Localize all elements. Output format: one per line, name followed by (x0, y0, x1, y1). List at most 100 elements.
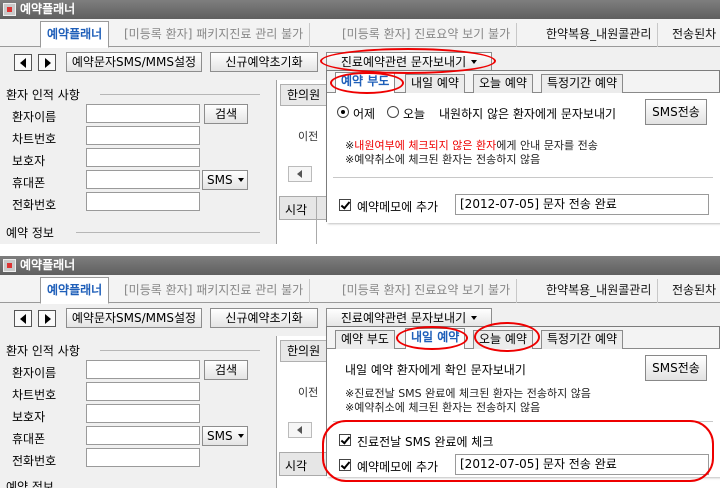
radio-yesterday[interactable] (337, 106, 349, 118)
group-divider (76, 232, 260, 233)
screenshot-panel-tomorrow: 예약플래너 예약플래너 [미등록 환자] 패키지진료 관리 불가 [미등록 환자… (0, 256, 720, 488)
new-reservation-reset-button[interactable]: 신규예약초기화 (210, 52, 318, 72)
prev-button[interactable] (14, 54, 32, 71)
popup-tab-period[interactable]: 특정기간 예약 (541, 74, 624, 94)
caret-down-icon (471, 316, 478, 320)
tab-reservation-planner[interactable]: 예약플래너 (40, 277, 110, 304)
tab-herbal-call[interactable]: 한약복용_내원콜관리 (540, 23, 659, 47)
note-cancelled: ※예약취소에 체크된 환자는 전송하지 않음 (345, 401, 541, 414)
prev-button[interactable] (14, 310, 32, 327)
popup-tabrow: 예약 부도 내일 예약 오늘 예약 특정기간 예약 (327, 71, 720, 94)
popup-body: 내일 예약 환자에게 확인 문자보내기 SMS전송 ※진료전날 SMS 완료에 … (327, 349, 720, 477)
next-button[interactable] (38, 54, 56, 71)
mobile-input[interactable] (86, 170, 200, 189)
arrow-right-icon (45, 314, 51, 324)
sms-settings-button[interactable]: 예약문자SMS/MMS설정 (66, 308, 202, 328)
memo-input[interactable]: [2012-07-05] 문자 전송 완료 (455, 454, 709, 475)
sms-popup: 예약 부도 내일 예약 오늘 예약 특정기간 예약 어제 오늘 내원하지 않은 … (326, 70, 720, 223)
note-cancelled: ※예약취소에 체크된 환자는 전송하지 않음 (345, 153, 541, 166)
sms-settings-button[interactable]: 예약문자SMS/MMS설정 (66, 52, 202, 72)
send-description: 내일 예약 환자에게 확인 문자보내기 (345, 363, 526, 377)
field-label-mobile: 휴대폰 (12, 176, 46, 190)
window-title: 예약플래너 (20, 2, 76, 16)
prev-label[interactable]: 이전 (298, 384, 318, 400)
patient-name-input[interactable] (86, 360, 200, 379)
sms-popup: 예약 부도 내일 예약 오늘 예약 특정기간 예약 내일 예약 환자에게 확인 … (326, 326, 720, 477)
grid-column-divider (316, 196, 317, 244)
search-button[interactable]: 검색 (204, 104, 248, 124)
field-label-name: 환자이름 (12, 110, 57, 124)
tab-sent[interactable]: 전송된차 (666, 279, 720, 303)
field-label-phone: 전화번호 (12, 198, 57, 212)
guardian-input[interactable] (86, 404, 200, 423)
window-titlebar: 예약플래너 (0, 0, 720, 19)
treatment-sms-dropdown[interactable]: 진료예약관련 문자보내기 (326, 52, 492, 72)
radio-today[interactable] (387, 106, 399, 118)
caret-down-icon (237, 178, 244, 182)
arrow-left-icon (20, 58, 26, 68)
sms-send-button[interactable]: SMS전송 (645, 355, 707, 381)
sms-done-checkbox-label: 진료전날 SMS 완료에 체크 (357, 435, 494, 449)
arrow-left-icon (20, 314, 26, 324)
patient-info-pane: 환자 인적 사항 환자이름 검색 차트번호 보호자 휴대폰 SMS 전화번호 예… (0, 76, 268, 244)
reservation-group-title: 예약 정보 (6, 480, 54, 488)
sms-dropdown[interactable]: SMS (202, 170, 248, 190)
screenshot-panel-no-show: 예약플래너 예약플래너 [미등록 환자] 패키지진료 관리 불가 [미등록 환자… (0, 0, 720, 244)
popup-tab-today[interactable]: 오늘 예약 (473, 330, 533, 350)
sms-done-checkbox[interactable] (339, 434, 351, 446)
field-label-mobile: 휴대폰 (12, 432, 46, 446)
popup-tab-no-show[interactable]: 예약 부도 (335, 330, 395, 350)
grid-prev-button[interactable] (288, 422, 312, 438)
popup-tab-tomorrow[interactable]: 내일 예약 (405, 74, 465, 94)
guardian-input[interactable] (86, 148, 200, 167)
popup-divider (333, 177, 713, 178)
tab-care-summary[interactable]: [미등록 환자] 진료요약 보기 불가 (336, 279, 518, 303)
sms-dropdown-label: SMS (207, 173, 233, 187)
memo-checkbox[interactable] (339, 199, 351, 211)
field-label-guardian: 보호자 (12, 410, 46, 424)
grid-time-header: 시각 (285, 459, 308, 473)
treatment-sms-dropdown[interactable]: 진료예약관련 문자보내기 (326, 308, 492, 328)
popup-tab-no-show[interactable]: 예약 부도 (335, 72, 396, 94)
patient-group-title: 환자 인적 사항 (6, 88, 80, 102)
phone-input[interactable] (86, 192, 200, 211)
tab-package-care[interactable]: [미등록 환자] 패키지진료 관리 불가 (118, 279, 311, 303)
popup-tab-today[interactable]: 오늘 예약 (473, 74, 533, 94)
arrow-left-icon (297, 426, 302, 434)
memo-checkbox[interactable] (339, 459, 351, 471)
clinic-tab[interactable]: 한의원 (280, 340, 330, 362)
field-label-chart: 차트번호 (12, 132, 57, 146)
caret-down-icon (471, 60, 478, 64)
next-button[interactable] (38, 310, 56, 327)
search-button[interactable]: 검색 (204, 360, 248, 380)
field-label-phone: 전화번호 (12, 454, 57, 468)
tab-care-summary[interactable]: [미등록 환자] 진료요약 보기 불가 (336, 23, 518, 47)
prev-label[interactable]: 이전 (298, 128, 318, 144)
tab-sent[interactable]: 전송된차 (666, 23, 720, 47)
sms-dropdown[interactable]: SMS (202, 426, 248, 446)
phone-input[interactable] (86, 448, 200, 467)
clinic-tab[interactable]: 한의원 (280, 84, 330, 106)
patient-name-input[interactable] (86, 104, 200, 123)
tab-package-care[interactable]: [미등록 환자] 패키지진료 관리 불가 (118, 23, 311, 47)
field-label-guardian: 보호자 (12, 154, 46, 168)
mobile-input[interactable] (86, 426, 200, 445)
tab-herbal-call[interactable]: 한약복용_내원콜관리 (540, 279, 659, 303)
arrow-left-icon (297, 170, 302, 178)
grid-prev-button[interactable] (288, 166, 312, 182)
treatment-sms-dropdown-label: 진료예약관련 문자보내기 (340, 55, 467, 69)
main-tabstrip: 예약플래너 [미등록 환자] 패키지진료 관리 불가 [미등록 환자] 진료요약… (0, 275, 720, 304)
arrow-right-icon (45, 58, 51, 68)
memo-checkbox-label: 예약메모에 추가 (357, 460, 439, 474)
group-divider (100, 350, 260, 351)
tab-reservation-planner[interactable]: 예약플래너 (40, 21, 110, 48)
app-icon (3, 259, 16, 272)
chart-number-input[interactable] (86, 126, 200, 145)
field-label-chart: 차트번호 (12, 388, 57, 402)
chart-number-input[interactable] (86, 382, 200, 401)
memo-input[interactable]: [2012-07-05] 문자 전송 완료 (455, 194, 709, 215)
new-reservation-reset-button[interactable]: 신규예약초기화 (210, 308, 318, 328)
popup-tab-period[interactable]: 특정기간 예약 (541, 330, 624, 350)
sms-send-button[interactable]: SMS전송 (645, 99, 707, 125)
popup-tab-tomorrow[interactable]: 내일 예약 (405, 328, 466, 350)
